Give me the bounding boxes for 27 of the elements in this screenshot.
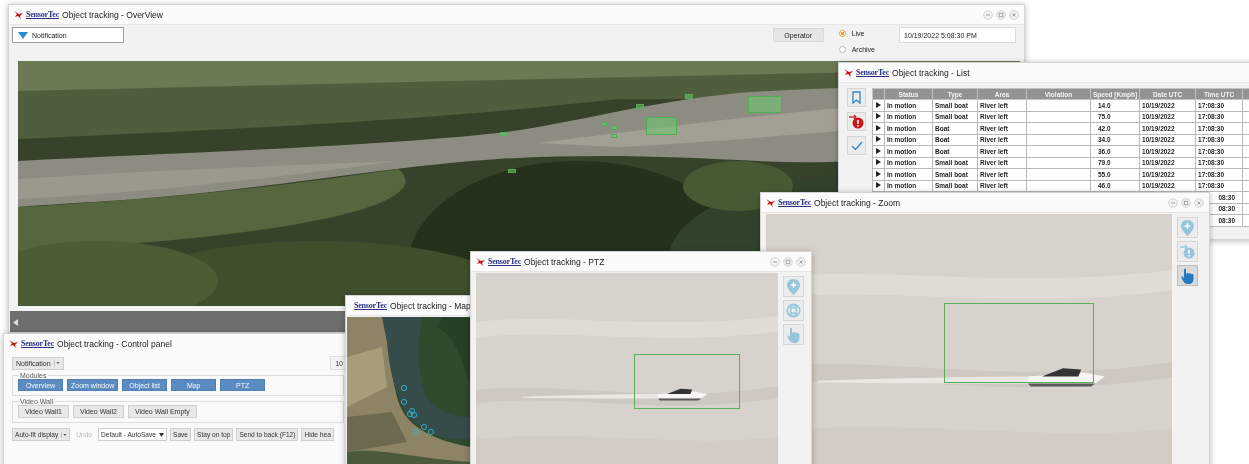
caret-down-icon [18, 31, 28, 39]
target-button[interactable] [783, 300, 804, 321]
logo-text: SensorTec [21, 339, 55, 348]
logo-icon [14, 10, 23, 19]
maximize-icon[interactable] [1181, 197, 1191, 208]
caret-down-icon [61, 431, 68, 438]
minimize-icon[interactable] [983, 9, 993, 20]
caret-down-icon [53, 360, 60, 366]
hand-button[interactable] [783, 324, 804, 345]
hand-icon [787, 326, 800, 343]
alert-icon [1180, 244, 1195, 259]
hand-icon [1181, 267, 1194, 284]
window-title: Object tracking - OverView [62, 9, 163, 20]
logo-icon [9, 339, 18, 348]
minimize-icon[interactable] [1168, 197, 1178, 208]
logo-text: SensorTec [26, 10, 60, 19]
maximize-icon[interactable] [996, 9, 1006, 20]
close-icon[interactable] [1009, 9, 1019, 20]
scrollbar[interactable] [10, 311, 345, 332]
pin-plus-icon [1181, 219, 1194, 236]
caret-down-icon [159, 432, 164, 437]
hand-button[interactable] [1177, 265, 1198, 286]
marker-button[interactable] [1177, 217, 1198, 238]
scroll-left-icon[interactable] [13, 318, 18, 326]
window-title: Object tracking - Control panel [57, 338, 172, 349]
close-icon[interactable] [1194, 197, 1204, 208]
lifebuoy-icon [786, 303, 801, 318]
